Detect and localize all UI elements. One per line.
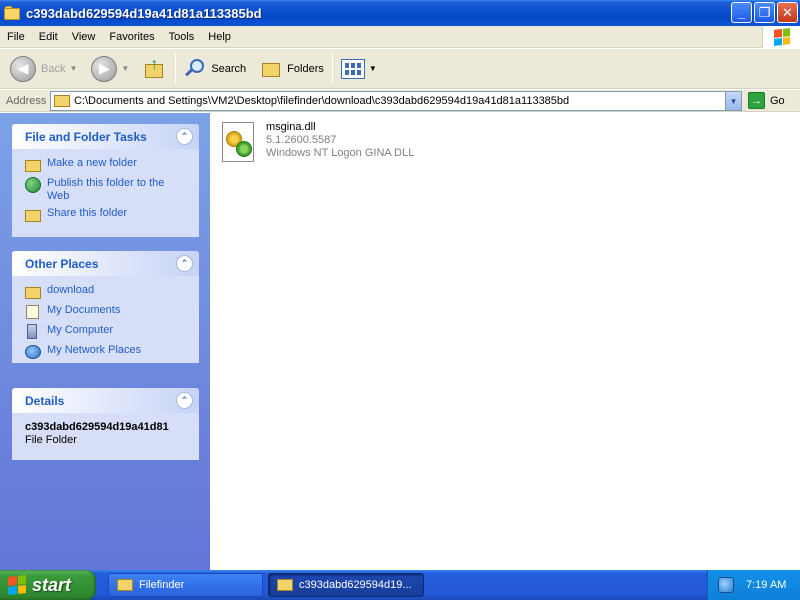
- folders-label: Folders: [287, 62, 324, 75]
- clock[interactable]: 7:19 AM: [746, 579, 786, 591]
- place-my-documents[interactable]: My Documents: [25, 304, 189, 320]
- toolbar-separator: [175, 53, 177, 84]
- dll-file-icon: [220, 121, 258, 163]
- details-header[interactable]: Details ⌃: [12, 388, 199, 413]
- share-folder-icon: [25, 207, 41, 223]
- panel-title: File and Folder Tasks: [25, 129, 147, 144]
- menu-help[interactable]: Help: [201, 26, 238, 48]
- folder-icon: [25, 284, 41, 300]
- details-folder-type: File Folder: [25, 434, 77, 446]
- forward-dropdown-icon[interactable]: ▼: [121, 64, 129, 73]
- other-places-header[interactable]: Other Places ⌃: [12, 251, 199, 276]
- start-label: start: [32, 574, 72, 595]
- taskbar-item-filefinder[interactable]: Filefinder: [108, 573, 263, 597]
- task-share-folder[interactable]: Share this folder: [25, 207, 189, 223]
- place-label: My Documents: [47, 304, 121, 316]
- forward-button[interactable]: ▶ ▼: [87, 52, 133, 86]
- views-dropdown-icon[interactable]: ▼: [369, 64, 377, 73]
- start-button[interactable]: start: [0, 570, 96, 600]
- back-label: Back: [41, 62, 66, 75]
- views-icon: [340, 58, 365, 79]
- folder-icon: [54, 95, 70, 107]
- forward-arrow-icon: ▶: [91, 55, 118, 82]
- folder-icon: [117, 579, 133, 591]
- go-arrow-icon: →: [748, 92, 765, 109]
- place-label: My Computer: [47, 324, 114, 336]
- system-tray: 7:19 AM: [707, 570, 800, 600]
- up-button[interactable]: ↑: [133, 52, 171, 86]
- place-label: My Network Places: [47, 344, 142, 356]
- place-label: download: [47, 284, 95, 296]
- back-button[interactable]: ◀ Back ▼: [6, 52, 81, 86]
- task-pane: File and Folder Tasks ⌃ Make a new folde…: [0, 113, 210, 570]
- address-bar: Address C:\Documents and Settings\VM2\De…: [0, 90, 800, 112]
- back-arrow-icon: ◀: [10, 55, 36, 82]
- details-panel: Details ⌃ c393dabd629594d19a41d81 File F…: [12, 388, 199, 460]
- taskbar: start Filefinder c393dabd629594d19... 7:…: [0, 570, 800, 600]
- folder-icon: [277, 579, 293, 591]
- go-label: Go: [770, 94, 785, 107]
- new-folder-icon: [25, 157, 41, 173]
- folder-icon: [4, 6, 20, 20]
- menu-bar: File Edit View Favorites Tools Help: [0, 26, 800, 48]
- search-icon: [184, 58, 206, 80]
- file-item[interactable]: msgina.dll 5.1.2600.5587 Windows NT Logo…: [220, 121, 414, 163]
- taskbar-item-label: Filefinder: [139, 579, 185, 591]
- menu-favorites[interactable]: Favorites: [102, 26, 161, 48]
- other-places-panel: Other Places ⌃ download My Documents My …: [12, 251, 199, 363]
- views-button[interactable]: ▼: [337, 52, 381, 86]
- title-bar[interactable]: c393dabd629594d19a41d81a113385bd _ ❐ ✕: [0, 0, 800, 26]
- file-version: 5.1.2600.5587: [266, 134, 337, 146]
- menu-edit[interactable]: Edit: [32, 26, 65, 48]
- toolbar-separator: [331, 53, 333, 84]
- place-my-network-places[interactable]: My Network Places: [25, 344, 189, 360]
- window-title: c393dabd629594d19a41d81a113385bd: [26, 5, 262, 21]
- panel-title: Other Places: [25, 256, 99, 271]
- publish-web-icon: [25, 177, 41, 193]
- address-input[interactable]: C:\Documents and Settings\VM2\Desktop\fi…: [50, 91, 742, 111]
- task-label: Make a new folder: [47, 157, 137, 169]
- file-name: msgina.dll: [266, 121, 316, 133]
- file-list-area[interactable]: msgina.dll 5.1.2600.5587 Windows NT Logo…: [210, 113, 800, 570]
- search-button[interactable]: Search: [180, 52, 250, 86]
- close-button[interactable]: ✕: [777, 2, 798, 23]
- folders-icon: [260, 60, 282, 78]
- taskbar-item-current-folder[interactable]: c393dabd629594d19...: [268, 573, 424, 597]
- task-label: Publish this folder to the Web: [47, 177, 165, 202]
- address-label: Address: [6, 94, 47, 107]
- go-button[interactable]: → Go: [748, 92, 785, 109]
- panel-title: Details: [25, 393, 65, 408]
- minimize-button[interactable]: _: [731, 2, 752, 23]
- collapse-chevron-icon[interactable]: ⌃: [176, 128, 193, 145]
- address-dropdown-icon[interactable]: ▼: [725, 92, 741, 110]
- place-my-computer[interactable]: My Computer: [25, 324, 189, 340]
- task-label: Share this folder: [47, 207, 128, 219]
- taskbar-item-label: c393dabd629594d19...: [299, 579, 412, 591]
- network-places-icon: [25, 344, 41, 360]
- file-description: Windows NT Logon GINA DLL: [266, 147, 415, 159]
- menu-tools[interactable]: Tools: [162, 26, 202, 48]
- menu-view[interactable]: View: [65, 26, 103, 48]
- task-publish-folder[interactable]: Publish this folder to the Web: [25, 177, 189, 203]
- my-computer-icon: [25, 324, 41, 340]
- network-tray-icon[interactable]: [718, 577, 734, 593]
- menu-file[interactable]: File: [0, 26, 32, 48]
- address-value[interactable]: C:\Documents and Settings\VM2\Desktop\fi…: [74, 95, 569, 107]
- details-folder-name: c393dabd629594d19a41d81: [25, 421, 169, 433]
- toolbar: ◀ Back ▼ ▶ ▼ ↑ Search Folders ▼: [0, 49, 800, 89]
- windows-logo-icon: [762, 26, 800, 48]
- collapse-chevron-icon[interactable]: ⌃: [176, 392, 193, 409]
- maximize-button[interactable]: ❐: [754, 2, 775, 23]
- place-download[interactable]: download: [25, 284, 189, 300]
- my-documents-icon: [25, 304, 41, 320]
- file-folder-tasks-panel: File and Folder Tasks ⌃ Make a new folde…: [12, 124, 199, 237]
- folders-button[interactable]: Folders: [256, 52, 328, 86]
- task-make-new-folder[interactable]: Make a new folder: [25, 157, 189, 173]
- windows-flag-icon: [8, 575, 26, 595]
- collapse-chevron-icon[interactable]: ⌃: [176, 255, 193, 272]
- file-folder-tasks-header[interactable]: File and Folder Tasks ⌃: [12, 124, 199, 149]
- up-folder-icon: ↑: [143, 56, 167, 80]
- search-label: Search: [211, 62, 247, 75]
- back-dropdown-icon[interactable]: ▼: [69, 64, 77, 73]
